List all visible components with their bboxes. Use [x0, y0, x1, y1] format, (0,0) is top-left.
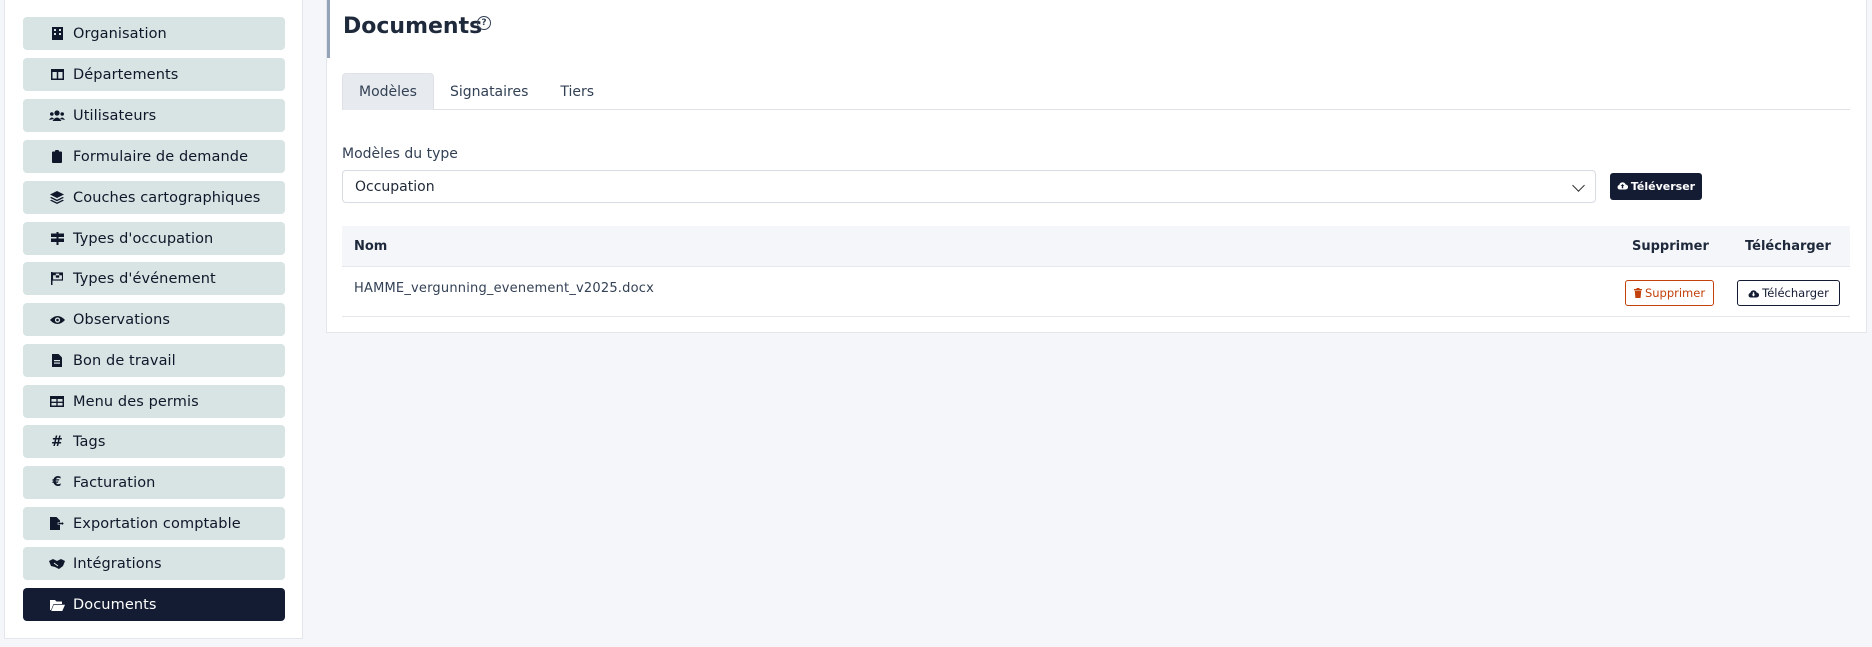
- trash-icon: [1633, 288, 1642, 298]
- sidebar-item-integrations[interactable]: Intégrations: [23, 547, 285, 580]
- chevron-down-icon: [1572, 179, 1585, 192]
- clipboard-icon: [49, 149, 65, 165]
- sidebar-item-label: Bon de travail: [73, 352, 176, 369]
- sidebar-item-label: Départements: [73, 66, 179, 83]
- column-header-name: Nom: [354, 239, 388, 254]
- documents-panel: Documents ? Modèles Signataires Tiers Mo…: [326, 0, 1867, 333]
- sidebar-item-facturation[interactable]: € Facturation: [23, 466, 285, 499]
- title-accent-bar: [327, 0, 330, 58]
- tab-signataires[interactable]: Signataires: [434, 73, 544, 110]
- sidebar-item-label: Organisation: [73, 25, 167, 42]
- sidebar-item-label: Documents: [73, 596, 157, 613]
- sidebar-item-label: Types d'occupation: [73, 230, 214, 247]
- sidebar-item-label: Tags: [73, 433, 106, 450]
- sidebar-item-types-occupation[interactable]: Types d'occupation: [23, 222, 285, 255]
- columns-icon: [49, 67, 65, 83]
- sidebar-item-departements[interactable]: Départements: [23, 58, 285, 91]
- sidebar-item-label: Formulaire de demande: [73, 148, 249, 165]
- type-select-label: Modèles du type: [342, 146, 458, 162]
- users-icon: [49, 108, 65, 124]
- help-icon[interactable]: ?: [477, 16, 491, 30]
- column-header-delete: Supprimer: [1632, 239, 1709, 254]
- sidebar-item-types-evenement[interactable]: Types d'événement: [23, 262, 285, 295]
- sidebar-item-formulaire[interactable]: Formulaire de demande: [23, 140, 285, 173]
- type-select-value: Occupation: [355, 178, 435, 195]
- hashtag-icon: #: [51, 433, 63, 450]
- sidebar-item-label: Exportation comptable: [73, 515, 241, 532]
- settings-sidebar: Organisation Départements Utilisateurs F…: [4, 0, 303, 639]
- page-title: Documents: [343, 14, 483, 39]
- sidebar-item-observations[interactable]: Observations: [23, 303, 285, 336]
- sidebar-item-couches[interactable]: Couches cartographiques: [23, 181, 285, 214]
- flag-checkered-icon: [49, 271, 65, 287]
- document-tabs: Modèles Signataires Tiers: [342, 73, 1850, 110]
- sidebar-item-organisation[interactable]: Organisation: [23, 17, 285, 50]
- download-button-label: Télécharger: [1762, 286, 1829, 300]
- document-name: HAMME_vergunning_evenement_v2025.docx: [354, 281, 654, 296]
- documents-table: Nom Supprimer Télécharger HAMME_vergunni…: [342, 226, 1850, 317]
- folder-open-icon: [49, 597, 65, 613]
- sidebar-item-label: Menu des permis: [73, 393, 199, 410]
- type-select[interactable]: Occupation: [342, 170, 1596, 203]
- sidebar-item-label: Observations: [73, 311, 171, 328]
- sidebar-item-exportation[interactable]: Exportation comptable: [23, 507, 285, 540]
- upload-button[interactable]: Téléverser: [1610, 173, 1702, 200]
- delete-button-label: Supprimer: [1644, 286, 1706, 300]
- signpost-icon: [49, 231, 65, 247]
- sidebar-item-label: Intégrations: [73, 555, 162, 572]
- cloud-upload-icon: [1617, 181, 1628, 193]
- table-row: HAMME_vergunning_evenement_v2025.docx Su…: [342, 267, 1850, 317]
- sidebar-item-utilisateurs[interactable]: Utilisateurs: [23, 99, 285, 132]
- table-icon: [49, 394, 65, 410]
- upload-button-label: Téléverser: [1630, 180, 1696, 193]
- handshake-icon: [49, 556, 65, 572]
- column-header-download: Télécharger: [1745, 239, 1831, 254]
- file-export-icon: [49, 516, 65, 532]
- sidebar-item-tags[interactable]: # Tags: [23, 425, 285, 458]
- sidebar-item-label: Types d'événement: [73, 270, 216, 287]
- sidebar-item-label: Utilisateurs: [73, 107, 157, 124]
- layers-icon: [49, 190, 65, 206]
- sidebar-item-label: Facturation: [73, 474, 156, 491]
- sidebar-item-bon-de-travail[interactable]: Bon de travail: [23, 344, 285, 377]
- sidebar-item-menu-permis[interactable]: Menu des permis: [23, 385, 285, 418]
- tab-tiers[interactable]: Tiers: [544, 73, 610, 110]
- cloud-download-icon: [1748, 289, 1760, 298]
- eye-icon: [49, 312, 65, 328]
- table-header: Nom Supprimer Télécharger: [342, 226, 1850, 267]
- sidebar-item-documents[interactable]: Documents: [23, 588, 285, 621]
- euro-icon: €: [52, 475, 62, 490]
- file-icon: [49, 353, 65, 369]
- tab-modeles[interactable]: Modèles: [342, 73, 434, 110]
- download-button[interactable]: Télécharger: [1737, 280, 1840, 306]
- building-icon: [49, 26, 65, 42]
- sidebar-item-label: Couches cartographiques: [73, 189, 261, 206]
- delete-button[interactable]: Supprimer: [1625, 280, 1714, 306]
